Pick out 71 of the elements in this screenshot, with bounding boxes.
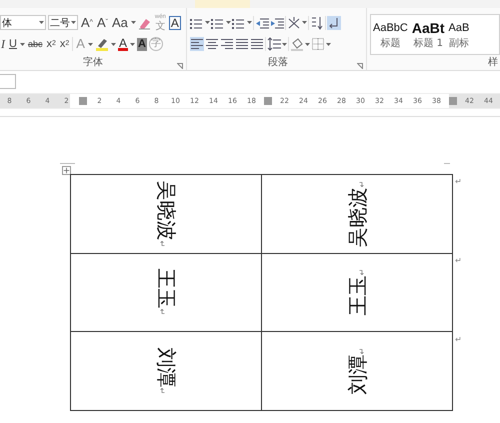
strikethrough-button[interactable]: abc — [26, 36, 44, 52]
align-left-icon[interactable] — [190, 37, 204, 52]
caret-icon[interactable] — [71, 21, 76, 24]
style-name: 标题 — [380, 36, 400, 51]
character-border-button[interactable]: A — [168, 16, 181, 30]
paint-bucket-icon[interactable] — [290, 37, 304, 52]
line-spacing-icon[interactable] — [267, 37, 281, 52]
highlighter-icon[interactable] — [94, 37, 109, 52]
caret-icon[interactable] — [130, 21, 136, 24]
ruler-marker[interactable] — [449, 97, 457, 105]
caret-icon[interactable] — [20, 42, 25, 46]
asian-layout-icon[interactable] — [287, 16, 301, 30]
row-end-mark: ↵ — [455, 178, 462, 186]
caret-icon[interactable] — [205, 21, 210, 24]
cell-text: 王玉 — [154, 269, 178, 310]
cell-text: 吴晓波 — [154, 180, 178, 240]
grow-font-button[interactable]: A$^{^}$ — [80, 14, 94, 31]
paragraph-mark: ↵ — [157, 240, 165, 248]
paragraph-mark: ↵ — [358, 348, 366, 354]
field-outline — [0, 74, 16, 88]
paragraph-mark: ↵ — [157, 309, 165, 316]
cell-text: 刘潭 — [345, 354, 369, 394]
dialog-launcher-icon[interactable] — [357, 63, 363, 70]
paragraph-mark: ↵ — [358, 269, 366, 276]
row-end-mark: ↵ — [455, 336, 462, 344]
font-name-field[interactable]: 体 — [0, 15, 46, 30]
caret-icon[interactable] — [130, 42, 135, 46]
paragraph-mark-icon[interactable] — [327, 16, 341, 30]
caret-icon[interactable] — [305, 42, 310, 46]
ruler-marker[interactable] — [79, 97, 87, 105]
caret-icon[interactable] — [326, 42, 331, 46]
caret-icon[interactable] — [226, 21, 231, 24]
caret-icon[interactable] — [282, 42, 287, 46]
caret-icon[interactable] — [110, 42, 116, 46]
style-name: 副标 — [448, 36, 469, 51]
style-sample[interactable]: AaBbC — [373, 18, 408, 37]
paragraph-mark: ↵ — [157, 388, 165, 394]
distribute-icon[interactable] — [250, 37, 264, 52]
table-move-handle[interactable] — [62, 166, 71, 175]
superscript-button[interactable]: x$^{2}$ — [58, 36, 70, 52]
align-center-icon[interactable] — [205, 37, 219, 52]
cell-text: 刘潭 — [154, 348, 178, 388]
style-sample[interactable]: AaBt — [412, 18, 445, 37]
font-color-button[interactable]: A — [118, 37, 128, 52]
dialog-launcher-icon[interactable] — [177, 63, 183, 70]
justify-icon[interactable] — [235, 37, 249, 52]
caret-icon[interactable] — [302, 21, 307, 24]
ruler-marker[interactable] — [264, 97, 272, 105]
style-name: 标题 1 — [413, 36, 443, 51]
group-label: 字体 — [83, 57, 103, 70]
shrink-font-button[interactable]: A$^{ˇ}$ — [96, 14, 109, 31]
change-case-button[interactable]: Aa — [110, 14, 129, 31]
group-label: 样 — [488, 57, 498, 70]
group-label: 段落 — [268, 57, 288, 70]
caret-icon[interactable] — [247, 21, 252, 24]
sort-icon[interactable] — [310, 16, 324, 30]
underline-button[interactable]: U — [8, 36, 18, 52]
align-right-icon[interactable] — [220, 37, 234, 52]
cell-text: 王玉 — [345, 276, 369, 316]
paragraph-mark: ↵ — [358, 180, 366, 188]
style-sample[interactable]: AaB — [448, 18, 470, 37]
caret-icon[interactable] — [88, 42, 93, 46]
border-icon[interactable] — [311, 37, 325, 52]
italic-button[interactable]: I — [0, 36, 6, 52]
cell-text: 吴晓波 — [345, 187, 369, 248]
caret-icon[interactable] — [39, 21, 44, 24]
decrease-indent-icon[interactable] — [255, 16, 269, 30]
font-size-field[interactable]: 二号 — [48, 15, 78, 30]
row-end-mark: ↵ — [455, 257, 462, 265]
increase-indent-icon[interactable] — [270, 16, 284, 30]
character-shading-button[interactable]: A — [136, 38, 147, 51]
